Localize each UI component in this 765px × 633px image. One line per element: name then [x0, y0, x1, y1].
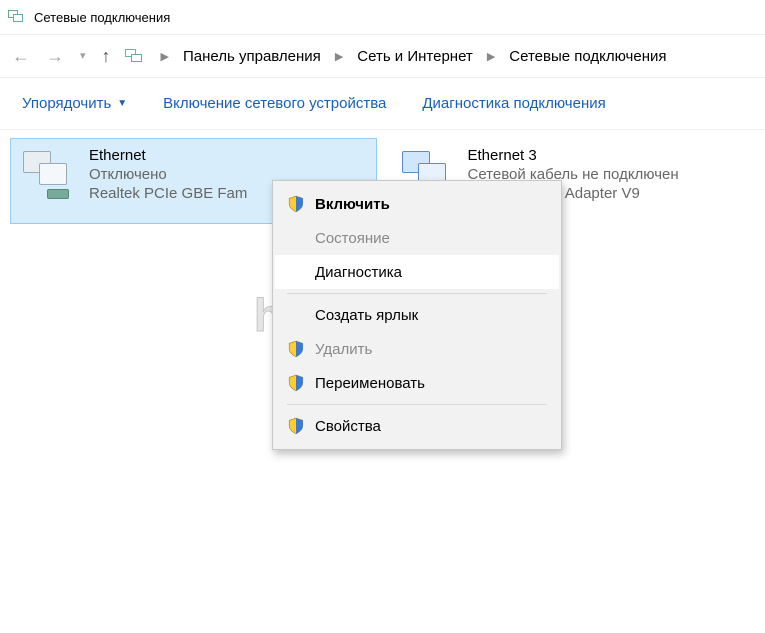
chevron-down-icon: ▼: [117, 98, 127, 109]
menu-item-properties[interactable]: Свойства: [275, 409, 559, 443]
chevron-right-icon[interactable]: ▶: [159, 50, 171, 63]
menu-item-label: Включить: [315, 196, 545, 213]
menu-item-label: Состояние: [315, 230, 545, 247]
breadcrumb-item-control-panel[interactable]: Панель управления: [183, 48, 321, 65]
context-menu: Включить Состояние Диагностика Создать я…: [272, 180, 562, 450]
icon-placeholder: [287, 306, 305, 324]
menu-item-label: Свойства: [315, 418, 545, 435]
shield-icon: [287, 417, 305, 435]
menu-item-status: Состояние: [275, 221, 559, 255]
connection-name: Ethernet 3: [468, 147, 679, 164]
shield-icon: [287, 374, 305, 392]
window-title: Сетевые подключения: [34, 10, 170, 25]
connection-text: Ethernet Отключено Realtek PCIe GBE Fam: [89, 145, 247, 217]
nav-history-dropdown[interactable]: ▾: [78, 51, 88, 62]
menu-item-label: Создать ярлык: [315, 307, 545, 324]
menu-item-diagnose[interactable]: Диагностика: [275, 255, 559, 289]
network-connections-icon: [8, 8, 26, 26]
diagnose-connection-button[interactable]: Диагностика подключения: [422, 95, 605, 112]
nav-back-button[interactable]: ←: [10, 47, 32, 65]
enable-device-label: Включение сетевого устройства: [163, 95, 386, 112]
menu-item-create-shortcut[interactable]: Создать ярлык: [275, 298, 559, 332]
chevron-right-icon[interactable]: ▶: [485, 50, 497, 63]
command-bar: Упорядочить ▼ Включение сетевого устройс…: [0, 78, 765, 130]
nav-forward-button[interactable]: →: [44, 47, 66, 65]
breadcrumb-item-network-connections[interactable]: Сетевые подключения: [509, 48, 666, 65]
icon-placeholder: [287, 263, 305, 281]
icon-placeholder: [287, 229, 305, 247]
shield-icon: [287, 340, 305, 358]
shield-icon: [287, 195, 305, 213]
menu-item-label: Удалить: [315, 341, 545, 358]
navigation-bar: ← → ▾ ↑ ▶ Панель управления ▶ Сеть и Инт…: [0, 34, 765, 78]
menu-item-rename[interactable]: Переименовать: [275, 366, 559, 400]
breadcrumb-item-network-internet[interactable]: Сеть и Интернет: [357, 48, 473, 65]
organize-label: Упорядочить: [22, 95, 111, 112]
chevron-right-icon[interactable]: ▶: [333, 50, 345, 63]
connection-device: Realtek PCIe GBE Fam: [89, 185, 247, 202]
organize-button[interactable]: Упорядочить ▼: [22, 95, 127, 112]
menu-separator: [287, 404, 547, 405]
menu-item-delete: Удалить: [275, 332, 559, 366]
network-adapter-icon: [17, 145, 81, 209]
connection-status: Отключено: [89, 166, 247, 183]
menu-item-label: Диагностика: [315, 264, 545, 281]
menu-item-enable[interactable]: Включить: [275, 187, 559, 221]
title-bar: Сетевые подключения: [0, 0, 765, 34]
menu-separator: [287, 293, 547, 294]
nav-up-button[interactable]: ↑: [100, 47, 113, 65]
diagnose-label: Диагностика подключения: [422, 95, 605, 112]
menu-item-label: Переименовать: [315, 375, 545, 392]
connection-name: Ethernet: [89, 147, 247, 164]
enable-device-button[interactable]: Включение сетевого устройства: [163, 95, 386, 112]
breadcrumb-icon[interactable]: [125, 47, 147, 65]
